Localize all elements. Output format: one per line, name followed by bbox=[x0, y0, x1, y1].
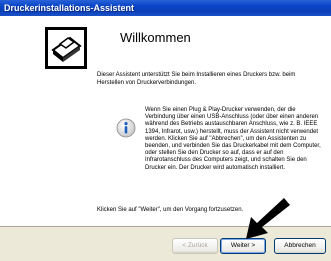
wizard-content: Willkommen Dieser Assistent unterstützt … bbox=[97, 16, 331, 226]
continue-instruction: Klicken Sie auf "Weiter", um den Vorgang… bbox=[97, 207, 244, 213]
plug-and-play-note: Wenn Sie einen Plug & Play-Drucker verwe… bbox=[145, 107, 321, 171]
arrow-pointer-icon bbox=[246, 198, 290, 239]
back-button[interactable]: < Zurück bbox=[172, 238, 218, 254]
info-icon bbox=[116, 118, 136, 138]
wizard-side-panel bbox=[0, 16, 98, 226]
page-title: Willkommen bbox=[120, 30, 191, 45]
intro-text: Dieser Assistent unterstützt Sie beim In… bbox=[97, 72, 296, 86]
printer-wizard-icon bbox=[45, 27, 87, 69]
window-title: Druckerinstallations-Assistent bbox=[0, 0, 331, 16]
